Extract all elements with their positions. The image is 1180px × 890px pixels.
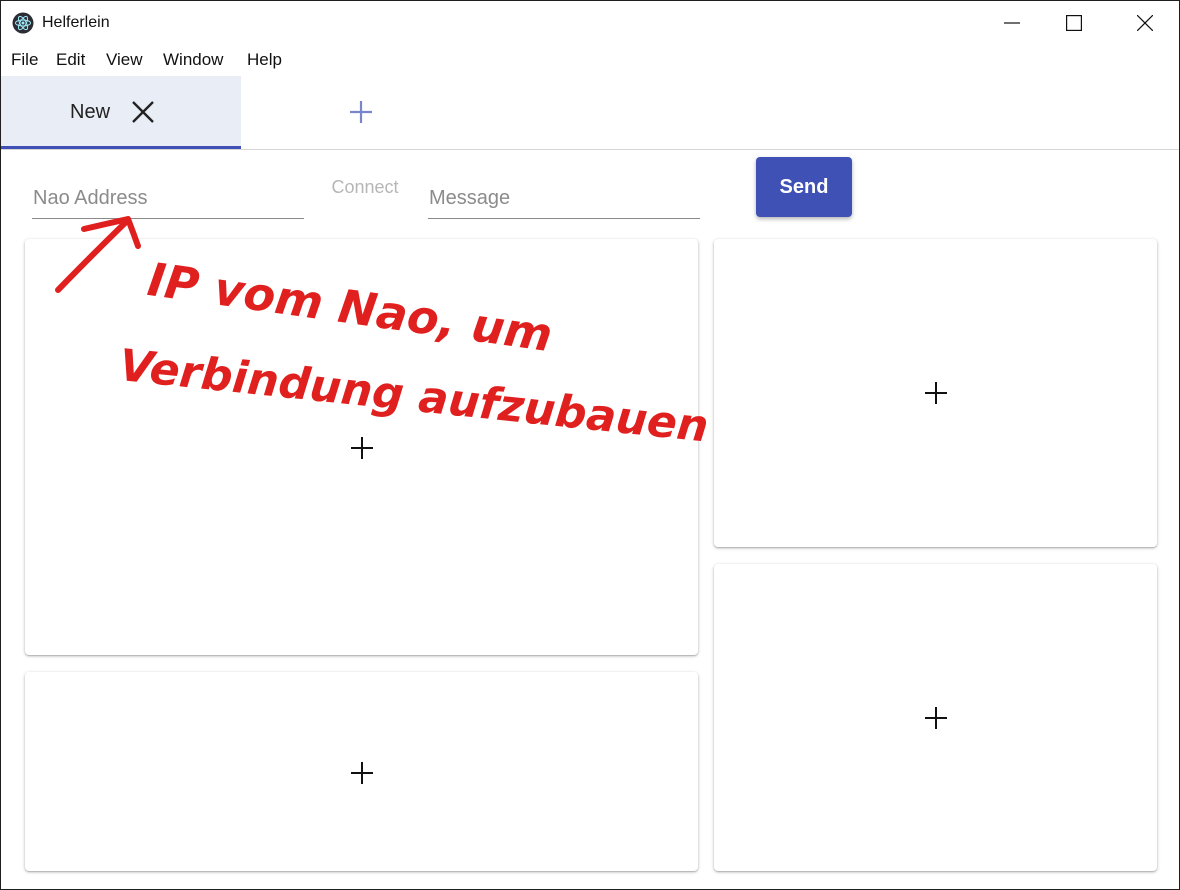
- close-icon[interactable]: [131, 100, 155, 124]
- menu-window[interactable]: Window: [163, 50, 223, 70]
- menu-edit[interactable]: Edit: [56, 50, 85, 70]
- plus-icon[interactable]: [347, 98, 375, 126]
- tab-new[interactable]: New: [1, 76, 241, 149]
- menu-file[interactable]: File: [11, 50, 38, 70]
- nao-address-field: [32, 161, 304, 219]
- menu-help[interactable]: Help: [247, 50, 282, 70]
- message-input[interactable]: [428, 178, 700, 219]
- tab-bar: New: [1, 76, 1179, 150]
- add-card[interactable]: [714, 564, 1157, 871]
- plus-icon: [351, 762, 373, 784]
- plus-icon: [351, 437, 373, 459]
- window-title: Helferlein: [42, 14, 110, 31]
- app-window: Helferlein File Edit View Window Help Ne…: [0, 0, 1180, 890]
- message-field: [428, 161, 700, 219]
- add-card[interactable]: [714, 239, 1157, 547]
- tab-label: New: [70, 101, 111, 123]
- menu-view[interactable]: View: [106, 50, 143, 70]
- minimize-icon: [1004, 22, 1020, 24]
- electron-atom-icon: [12, 12, 34, 34]
- send-button[interactable]: Send: [756, 157, 852, 217]
- maximize-icon: [1066, 15, 1082, 31]
- nao-address-input[interactable]: [32, 178, 304, 219]
- maximize-button[interactable]: [1051, 1, 1097, 45]
- add-card[interactable]: [25, 672, 698, 871]
- plus-icon: [925, 707, 947, 729]
- add-card[interactable]: [25, 239, 698, 655]
- minimize-button[interactable]: [989, 1, 1035, 45]
- plus-icon: [925, 382, 947, 404]
- close-icon: [1137, 15, 1153, 31]
- title-bar[interactable]: Helferlein: [1, 1, 1179, 45]
- connect-button[interactable]: Connect: [319, 171, 411, 203]
- close-window-button[interactable]: [1122, 1, 1168, 45]
